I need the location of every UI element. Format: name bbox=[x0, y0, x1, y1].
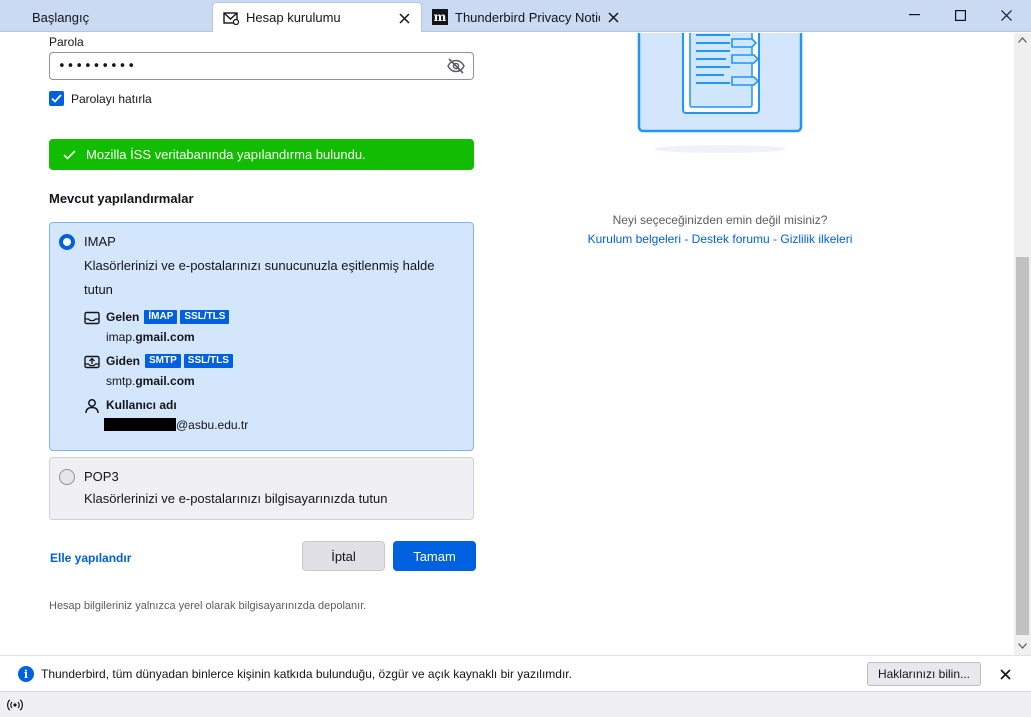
remember-password-checkbox[interactable] bbox=[49, 91, 64, 106]
imap-description-line2: tutun bbox=[84, 282, 113, 297]
account-setup-page: Parola Parolayı hatırla Mozilla İSS veri… bbox=[0, 33, 1014, 655]
outgoing-mail-icon bbox=[84, 354, 100, 370]
incoming-host: imap.gmail.com bbox=[106, 330, 195, 344]
status-bar bbox=[0, 691, 1031, 717]
online-status-icon[interactable] bbox=[6, 696, 24, 714]
available-configs-heading: Mevcut yapılandırmalar bbox=[49, 191, 194, 206]
close-tab-icon[interactable] bbox=[604, 8, 622, 26]
link-separator: - bbox=[681, 232, 692, 246]
imap-title: IMAP bbox=[84, 234, 116, 249]
username-value: @asbu.edu.tr bbox=[104, 418, 248, 432]
help-links: Kurulum belgeleri - Destek forumu - Gizl… bbox=[520, 232, 920, 246]
document-illustration bbox=[636, 33, 804, 158]
incoming-label-row: Gelen İMAP SSL/TLS bbox=[106, 310, 230, 324]
username-domain: @asbu.edu.tr bbox=[176, 418, 249, 432]
close-notification-icon[interactable] bbox=[995, 665, 1015, 683]
pop3-option-card[interactable]: POP3 Klasörlerinizi ve e-postalarınızı b… bbox=[49, 457, 474, 520]
outgoing-host: smtp.gmail.com bbox=[106, 374, 195, 388]
password-input[interactable] bbox=[50, 53, 430, 79]
help-question: Neyi seçeceğinizden emin değil misiniz? bbox=[612, 213, 828, 227]
close-tab-icon[interactable] bbox=[395, 9, 413, 27]
cancel-button[interactable]: İptal bbox=[302, 541, 385, 571]
notification-text: Thunderbird, tüm dünyadan binlerce kişin… bbox=[41, 667, 572, 681]
pop3-radio[interactable] bbox=[59, 469, 75, 485]
protocol-badge: SMTP bbox=[145, 354, 181, 368]
local-storage-note: Hesap bilgileriniz yalnızca yerel olarak… bbox=[49, 600, 367, 612]
close-window-button[interactable] bbox=[983, 0, 1029, 30]
username-label: Kullanıcı adı bbox=[106, 398, 177, 412]
pop3-description: Klasörlerinizi ve e-postalarınızı bilgis… bbox=[84, 491, 388, 506]
support-forum-link[interactable]: Destek forumu bbox=[692, 232, 770, 246]
privacy-policy-link[interactable]: Gizlilik ilkeleri bbox=[780, 232, 852, 246]
tab-privacy-notice[interactable]: m Thunderbird Privacy Notice bbox=[432, 2, 632, 32]
tab-home[interactable]: Başlangıç bbox=[0, 2, 212, 32]
incoming-mail-icon bbox=[84, 310, 100, 326]
tab-label: Thunderbird Privacy Notice bbox=[455, 9, 600, 25]
imap-option-card[interactable]: IMAP Klasörlerinizi ve e-postalarınızı s… bbox=[49, 222, 474, 451]
checkmark-icon bbox=[63, 149, 76, 160]
hide-password-icon[interactable] bbox=[447, 58, 465, 74]
user-icon bbox=[84, 398, 100, 414]
notification-bar: i Thunderbird, tüm dünyadan binlerce kiş… bbox=[0, 655, 1031, 691]
done-button[interactable]: Tamam bbox=[393, 541, 476, 571]
incoming-label: Gelen bbox=[106, 310, 140, 324]
scroll-thumb[interactable] bbox=[1016, 257, 1029, 635]
security-badge: SSL/TLS bbox=[180, 310, 230, 324]
content-scrollbar[interactable] bbox=[1014, 33, 1031, 655]
setup-docs-link[interactable]: Kurulum belgeleri bbox=[588, 232, 681, 246]
password-field-box bbox=[49, 52, 474, 80]
minimize-button[interactable] bbox=[891, 0, 937, 30]
imap-description-line1: Klasörlerinizi ve e-postalarınızı sunucu… bbox=[84, 258, 435, 273]
maximize-button[interactable] bbox=[937, 0, 983, 30]
know-your-rights-button[interactable]: Haklarınızı bilin... bbox=[867, 662, 981, 686]
info-icon: i bbox=[18, 666, 34, 682]
protocol-badge: İMAP bbox=[144, 310, 178, 324]
mail-setup-icon bbox=[223, 10, 239, 26]
security-badge: SSL/TLS bbox=[183, 354, 233, 368]
tab-label: Başlangıç bbox=[32, 9, 90, 25]
host-prefix: smtp. bbox=[106, 374, 136, 388]
config-found-banner: Mozilla İSS veritabanında yapılandırma b… bbox=[49, 139, 474, 170]
outgoing-label-row: Giden SMTP SSL/TLS bbox=[106, 354, 233, 368]
scroll-up-icon[interactable] bbox=[1018, 37, 1027, 43]
config-found-text: Mozilla İSS veritabanında yapılandırma b… bbox=[86, 147, 366, 162]
imap-radio[interactable] bbox=[59, 234, 75, 250]
remember-password[interactable]: Parolayı hatırla bbox=[49, 91, 152, 106]
tab-label: Hesap kurulumu bbox=[246, 10, 341, 25]
manual-config-link[interactable]: Elle yapılandır bbox=[50, 551, 131, 565]
outgoing-label: Giden bbox=[106, 354, 141, 368]
password-label: Parola bbox=[49, 35, 84, 49]
tab-account-setup[interactable]: Hesap kurulumu bbox=[212, 2, 422, 32]
remember-password-label: Parolayı hatırla bbox=[71, 91, 152, 106]
host-prefix: imap. bbox=[106, 330, 136, 344]
title-bar: Başlangıç Hesap kurulumu m Thunderbird P… bbox=[0, 0, 1031, 32]
mozilla-m-icon: m bbox=[432, 9, 448, 25]
scroll-down-icon[interactable] bbox=[1018, 643, 1027, 649]
link-separator: - bbox=[769, 232, 781, 246]
redacted-username bbox=[104, 418, 176, 431]
pop3-title: POP3 bbox=[84, 469, 119, 484]
host-domain: gmail.com bbox=[135, 374, 195, 388]
host-domain: gmail.com bbox=[135, 330, 195, 344]
